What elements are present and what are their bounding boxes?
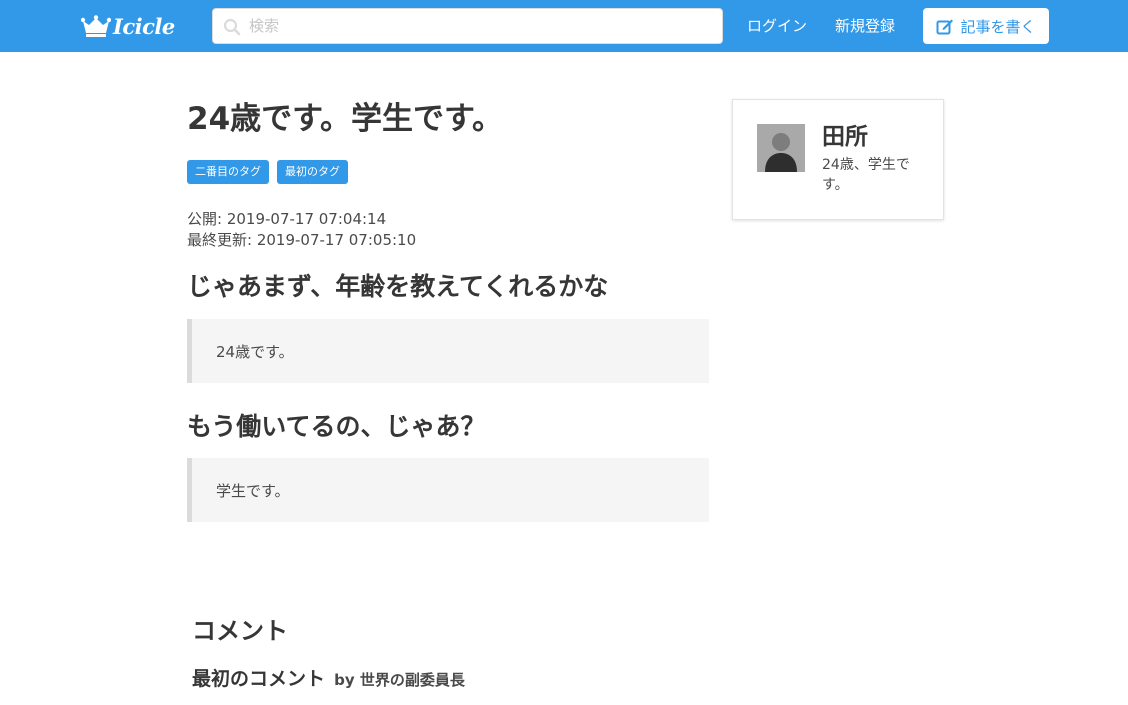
answer-text: 学生です。 bbox=[216, 481, 290, 500]
search-input[interactable] bbox=[249, 9, 709, 43]
comment-title: 最初のコメント bbox=[192, 668, 326, 690]
published-date: 公開: 2019-07-17 07:04:14 bbox=[187, 210, 387, 228]
tag[interactable]: 二番目のタグ bbox=[187, 160, 269, 184]
comment-item: 最初のコメント by 世界の副委員長 bbox=[192, 664, 465, 695]
login-link[interactable]: ログイン bbox=[747, 15, 807, 37]
crown-logo-icon bbox=[81, 15, 111, 37]
article-title: 24歳です。学生です。 bbox=[187, 101, 503, 137]
avatar-icon bbox=[757, 124, 805, 172]
comment-author: by 世界の副委員長 bbox=[334, 671, 465, 689]
logo-text: Icicle bbox=[113, 13, 175, 39]
author-name[interactable]: 田所 bbox=[822, 122, 868, 152]
signup-link[interactable]: 新規登録 bbox=[835, 15, 895, 37]
avatar[interactable] bbox=[757, 124, 805, 172]
author-bio: 24歳、学生です。 bbox=[822, 157, 910, 193]
question-heading: もう働いてるの、じゃあ？ bbox=[187, 412, 486, 441]
navbar: Icicle ログイン 新規登録 記事を書く bbox=[0, 0, 1128, 52]
search-icon bbox=[223, 18, 241, 36]
updated-date: 最終更新: 2019-07-17 07:05:10 bbox=[187, 231, 417, 249]
article-dates: 公開: 2019-07-17 07:04:14 最終更新: 2019-07-17… bbox=[187, 209, 416, 251]
site-logo[interactable]: Icicle bbox=[81, 12, 175, 40]
answer-text: 24歳です。 bbox=[216, 342, 294, 361]
write-article-button[interactable]: 記事を書く bbox=[923, 8, 1049, 44]
edit-icon bbox=[936, 19, 954, 34]
answer-block: 学生です。 bbox=[187, 458, 709, 522]
comments-heading: コメント bbox=[192, 617, 288, 645]
question-heading: じゃあまず、年齢を教えてくれるかな bbox=[187, 272, 609, 301]
search-box bbox=[212, 8, 723, 44]
author-card: 田所 24歳、学生です。 bbox=[732, 99, 944, 220]
tag[interactable]: 最初のタグ bbox=[277, 160, 348, 184]
tag-list: 二番目のタグ 最初のタグ bbox=[187, 160, 348, 184]
write-article-label: 記事を書く bbox=[960, 17, 1036, 36]
answer-block: 24歳です。 bbox=[187, 319, 709, 383]
